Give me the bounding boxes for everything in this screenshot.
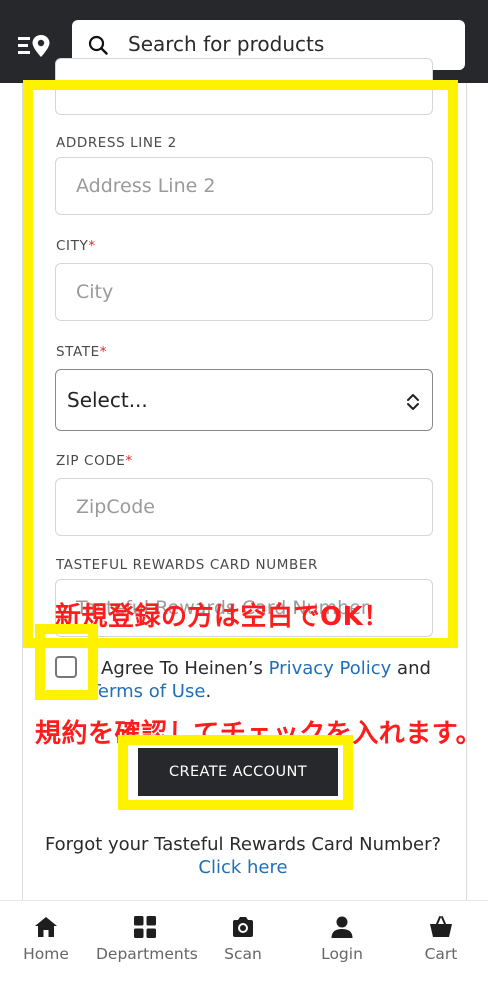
nav-scan-label: Scan xyxy=(224,945,262,963)
home-icon xyxy=(35,917,57,937)
annotation-highlight-fields xyxy=(23,80,458,648)
camera-icon xyxy=(233,917,253,937)
nav-cart[interactable]: Cart xyxy=(392,901,488,985)
nav-login[interactable]: Login xyxy=(293,901,391,985)
nav-departments-label: Departments xyxy=(96,945,198,963)
menu-location-icon[interactable] xyxy=(18,34,52,58)
nav-cart-label: Cart xyxy=(424,945,458,963)
search-input[interactable] xyxy=(128,29,448,59)
privacy-policy-link[interactable]: Privacy Policy xyxy=(269,658,392,679)
nav-home[interactable]: Home xyxy=(0,901,95,985)
basket-icon xyxy=(430,916,452,937)
nav-departments[interactable]: Departments xyxy=(96,901,198,985)
agree-text: I Agree To Heinen’s Privacy Policy and T… xyxy=(90,658,431,702)
annotation-highlight-checkbox xyxy=(35,624,98,700)
nav-login-label: Login xyxy=(321,945,363,963)
user-icon xyxy=(331,916,353,938)
click-here-link[interactable]: Click here xyxy=(198,857,287,878)
nav-scan[interactable]: Scan xyxy=(194,901,292,985)
annotation-new-registration-note: 新規登録の方は空白でOK！ xyxy=(55,602,390,632)
annotation-highlight-button xyxy=(118,735,353,810)
terms-of-use-link[interactable]: Terms of Use xyxy=(90,681,205,702)
forgot-card-text: Forgot your Tasteful Rewards Card Number… xyxy=(44,834,442,878)
grid-icon xyxy=(134,916,156,938)
search-icon xyxy=(88,35,108,55)
bottom-nav: Home Departments Scan Login Cart xyxy=(0,900,488,985)
nav-home-label: Home xyxy=(23,945,69,963)
